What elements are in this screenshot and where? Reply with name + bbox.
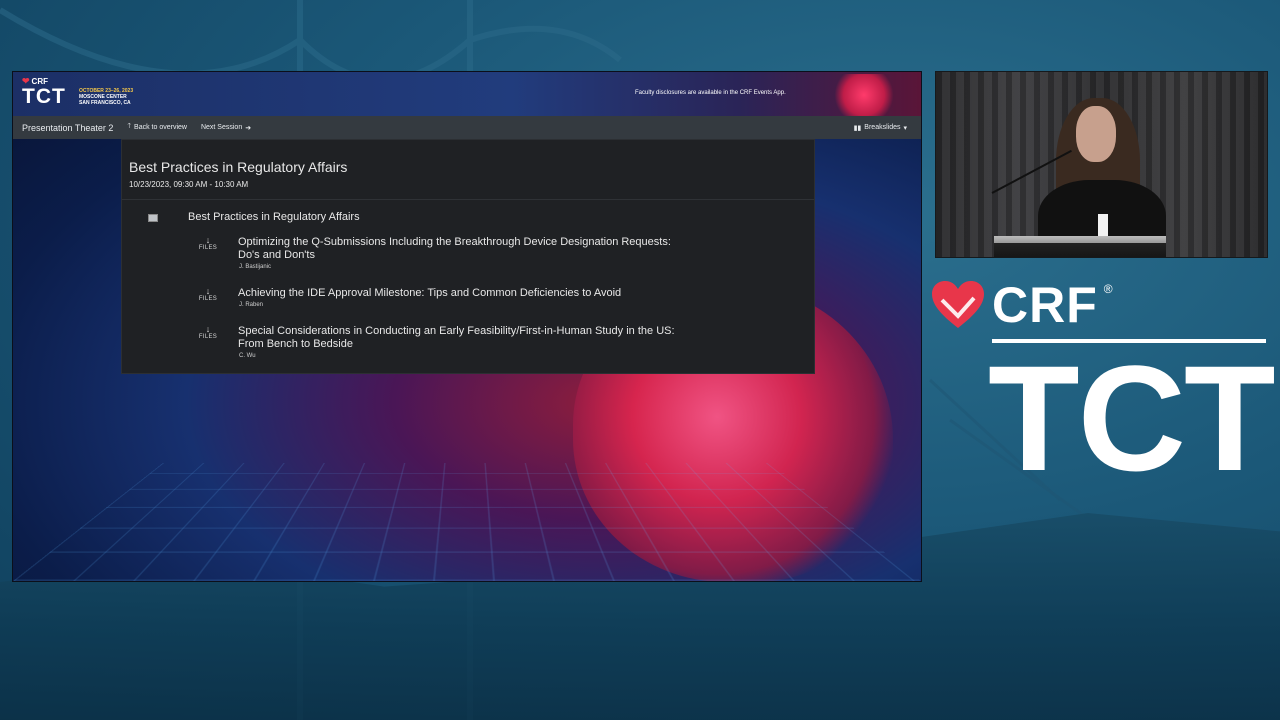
next-session-link[interactable]: Next Session ➜ — [201, 124, 251, 132]
caret-down-icon: ▾ — [903, 124, 907, 132]
talk-title[interactable]: Special Considerations in Conducting an … — [238, 325, 708, 351]
event-banner: ❤ CRF TCT OCTOBER 23–26, 2023 MOSCONE CE… — [13, 72, 921, 116]
crf-logo-text: CRF — [992, 277, 1098, 333]
files-label: FILES — [198, 334, 218, 340]
banner-city: SAN FRANCISCO, CA — [79, 100, 131, 106]
tct-logo-text: TCT — [988, 334, 1276, 502]
next-label: Next Session — [200, 124, 243, 131]
banner-heart-image — [829, 74, 899, 116]
navbar: Presentation Theater 2 🡑 Back to overvie… — [13, 116, 921, 139]
breakslides-label: Breakslides — [864, 124, 901, 131]
download-arrow-icon: ↓ — [205, 235, 211, 245]
disclosure-text: Faculty disclosures are available in the… — [635, 90, 786, 96]
files-download-button[interactable]: ↓ FILES — [196, 286, 220, 303]
talk-title[interactable]: Achieving the IDE Approval Milestone: Ti… — [238, 287, 708, 300]
divider — [122, 199, 814, 200]
talk-title[interactable]: Optimizing the Q-Submissions Including t… — [238, 236, 708, 262]
banner-dates: OCTOBER 23–26, 2023 MOSCONE CENTER SAN F… — [79, 88, 133, 106]
speaker-face — [1076, 106, 1116, 162]
talk-author: J. Bastijanic — [239, 264, 272, 270]
talk-title-line: Special Considerations in Conducting an … — [238, 325, 675, 337]
talk-author: J. Raben — [239, 302, 264, 308]
speaker-video-feed — [935, 71, 1268, 258]
arrow-up-icon: 🡑 — [127, 123, 132, 130]
talk-title-line: Achieving the IDE Approval Milestone: Ti… — [238, 287, 622, 299]
podium — [994, 236, 1166, 257]
breakslides-dropdown[interactable]: ▮▮ Breakslides ▾ — [854, 124, 907, 132]
files-download-button[interactable]: ↓ FILES — [196, 324, 220, 341]
session-title: Best Practices in Regulatory Affairs — [129, 159, 348, 175]
section-title: Best Practices in Regulatory Affairs — [188, 211, 360, 223]
banner-logo: ❤ CRF TCT — [22, 76, 66, 107]
session-datetime: 10/23/2023, 09:30 AM - 10:30 AM — [129, 180, 249, 189]
crf-heart-icon — [932, 281, 984, 328]
nav-brand[interactable]: Presentation Theater 2 — [13, 123, 113, 133]
files-download-button[interactable]: ↓ FILES — [196, 235, 220, 252]
back-to-overview-link[interactable]: 🡑 Back to overview — [127, 122, 187, 133]
crf-tct-brand: CRF ® TCT — [930, 280, 1276, 498]
presentation-screen: ❤ CRF TCT OCTOBER 23–26, 2023 MOSCONE CE… — [12, 71, 922, 582]
session-panel: Best Practices in Regulatory Affairs 10/… — [121, 139, 815, 374]
arrow-right-icon: ➜ — [245, 124, 252, 132]
grid-artwork — [13, 462, 921, 581]
back-label: Back to overview — [134, 124, 187, 131]
speaker-badge — [1098, 214, 1108, 238]
crf-logo-row: CRF ® — [930, 280, 1113, 330]
files-label: FILES — [198, 296, 218, 302]
section-square-icon — [148, 214, 158, 222]
banner-tct: TCT — [22, 85, 66, 108]
download-arrow-icon: ↓ — [205, 286, 211, 296]
files-label: FILES — [198, 245, 218, 251]
talk-author: C. Wu — [239, 353, 256, 359]
talk-title-line: From Bench to Bedside — [238, 338, 353, 350]
talk-title-line: Optimizing the Q-Submissions Including t… — [238, 236, 671, 248]
columns-icon: ▮▮ — [853, 124, 862, 132]
registered-mark: ® — [1103, 282, 1113, 296]
download-arrow-icon: ↓ — [205, 324, 211, 334]
talk-title-line: Do's and Don'ts — [238, 249, 315, 261]
